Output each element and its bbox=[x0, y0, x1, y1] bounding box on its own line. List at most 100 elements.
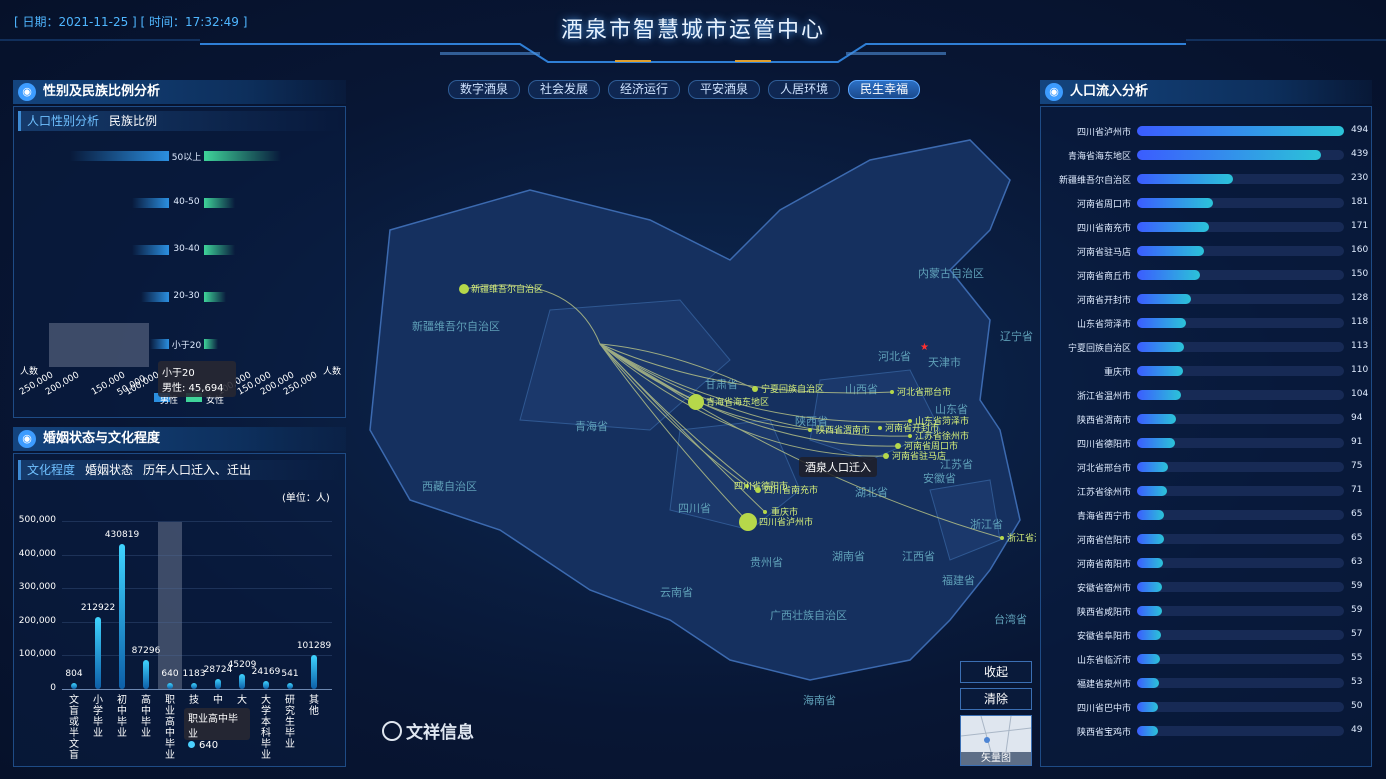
point-henan-kaifeng[interactable] bbox=[878, 426, 882, 430]
point-zhejiang-wenzhou[interactable] bbox=[1000, 536, 1004, 540]
bar[interactable] bbox=[71, 683, 77, 689]
inflow-row[interactable]: 江苏省徐州市 71 bbox=[1045, 485, 1362, 498]
grid-line bbox=[62, 521, 332, 522]
bar[interactable] bbox=[167, 683, 173, 689]
inflow-row[interactable]: 重庆市 110 bbox=[1045, 365, 1368, 378]
row-name: 河南省商丘市 bbox=[1076, 272, 1131, 282]
point-ningxia[interactable] bbox=[752, 386, 758, 392]
row-value: 439 bbox=[1351, 149, 1369, 159]
inflow-row[interactable]: 四川省巴中市 50 bbox=[1045, 701, 1362, 714]
bar[interactable] bbox=[119, 544, 125, 689]
inflow-row[interactable]: 四川省泸州市 494 bbox=[1045, 125, 1368, 138]
row-bar bbox=[1137, 462, 1169, 472]
male-bar[interactable] bbox=[131, 198, 169, 208]
inflow-row[interactable]: 浙江省温州市 104 bbox=[1045, 389, 1368, 402]
tab-livelihood[interactable]: 民生幸福 bbox=[848, 80, 921, 99]
point-sichuan-luzhou[interactable] bbox=[739, 513, 757, 531]
tab-ethnic-ratio[interactable]: 民族比例 bbox=[109, 111, 157, 131]
panel-title-text: 性别及民族比例分析 bbox=[43, 84, 161, 99]
point-label: 浙江省温 bbox=[1007, 532, 1036, 544]
inflow-row[interactable]: 陕西省宝鸡市 49 bbox=[1045, 725, 1362, 738]
female-bar[interactable] bbox=[204, 198, 235, 208]
inflow-row[interactable]: 河南省商丘市 150 bbox=[1045, 269, 1368, 282]
male-bar[interactable] bbox=[141, 292, 169, 302]
male-bar[interactable] bbox=[69, 151, 169, 161]
inflow-row[interactable]: 陕西省咸阳市 59 bbox=[1045, 605, 1362, 618]
bar-value-label: 212922 bbox=[80, 603, 116, 614]
inflow-row[interactable]: 四川省南充市 171 bbox=[1045, 221, 1368, 234]
row-name: 福建省泉州市 bbox=[1076, 680, 1131, 690]
row-track bbox=[1137, 534, 1344, 544]
row-name: 四川省德阳市 bbox=[1076, 440, 1131, 450]
point-xinjiang[interactable] bbox=[459, 284, 469, 294]
point-shaanxi-weinan[interactable] bbox=[808, 428, 812, 432]
point-henan-zhoukou[interactable] bbox=[895, 443, 901, 449]
bar[interactable] bbox=[143, 659, 149, 689]
row-name: 河南省信阳市 bbox=[1076, 536, 1131, 546]
inflow-row[interactable]: 安徽省阜阳市 57 bbox=[1045, 629, 1362, 642]
tab-gender-analysis[interactable]: 人口性别分析 bbox=[27, 111, 99, 131]
tab-living-environment[interactable]: 人居环境 bbox=[768, 80, 841, 99]
tab-safe-jiuquan[interactable]: 平安酒泉 bbox=[688, 80, 761, 99]
inflow-row[interactable]: 河南省开封市 128 bbox=[1045, 293, 1368, 306]
province-label: 新疆维吾尔自治区 bbox=[412, 319, 500, 333]
bar[interactable] bbox=[215, 679, 221, 689]
inflow-row[interactable]: 河南省南阳市 63 bbox=[1045, 557, 1362, 570]
bar[interactable] bbox=[287, 683, 293, 689]
tab-digital-jiuquan[interactable]: 数字酒泉 bbox=[448, 80, 521, 99]
basemap-switch[interactable]: 矢量图 bbox=[960, 715, 1032, 766]
bar[interactable] bbox=[263, 680, 269, 689]
inflow-row[interactable]: 福建省泉州市 53 bbox=[1045, 677, 1362, 690]
inflow-row[interactable]: 青海省西宁市 65 bbox=[1045, 509, 1362, 522]
point-chongqing[interactable] bbox=[763, 510, 767, 514]
female-bar[interactable] bbox=[204, 292, 227, 302]
bar[interactable] bbox=[239, 673, 245, 689]
inflow-row[interactable]: 河南省周口市 181 bbox=[1045, 197, 1368, 210]
row-bar bbox=[1137, 534, 1165, 544]
china-map-svg: 新疆维吾尔自治区 西藏自治区 青海省 甘肃省 内蒙古自治区 四川省 云南省 贵州… bbox=[369, 139, 1043, 707]
inflow-row[interactable]: 河北省邢台市 75 bbox=[1045, 461, 1362, 474]
province-label: 浙江省 bbox=[970, 518, 1003, 531]
tab-social-development[interactable]: 社会发展 bbox=[528, 80, 601, 99]
bar[interactable] bbox=[191, 683, 197, 689]
inflow-row[interactable]: 四川省德阳市 91 bbox=[1045, 437, 1362, 450]
migration-map[interactable]: 新疆维吾尔自治区 西藏自治区 青海省 甘肃省 内蒙古自治区 四川省 云南省 贵州… bbox=[350, 100, 1043, 770]
male-bar[interactable] bbox=[150, 339, 169, 349]
inflow-row[interactable]: 河南省驻马店 160 bbox=[1045, 245, 1368, 258]
inflow-row[interactable]: 新疆维吾尔自治区 230 bbox=[1045, 173, 1368, 186]
tab-economy[interactable]: 经济运行 bbox=[608, 80, 681, 99]
row-track bbox=[1137, 462, 1344, 472]
inflow-row[interactable]: 青海省海东地区 439 bbox=[1045, 149, 1368, 162]
category-label: 大 bbox=[237, 695, 247, 706]
inflow-row[interactable]: 安徽省宿州市 59 bbox=[1045, 581, 1362, 594]
bar[interactable] bbox=[311, 654, 317, 689]
inflow-row[interactable]: 山东省菏泽市 118 bbox=[1045, 317, 1368, 330]
panel-title-bar: ◉ 婚姻状态与文化程度 bbox=[13, 427, 346, 451]
female-bar[interactable] bbox=[204, 339, 218, 349]
row-track bbox=[1137, 606, 1344, 616]
category-label: 中 bbox=[213, 695, 223, 706]
age-group-label: 40-50 bbox=[173, 197, 200, 207]
point-shandong-heze[interactable] bbox=[908, 419, 912, 423]
collapse-button[interactable]: 收起 bbox=[960, 661, 1032, 683]
inflow-row[interactable]: 宁夏回族自治区 113 bbox=[1045, 341, 1368, 354]
row-bar bbox=[1137, 246, 1205, 256]
inflow-row[interactable]: 陕西省渭南市 94 bbox=[1045, 413, 1362, 426]
row-value: 59 bbox=[1351, 581, 1363, 591]
point-qinghai-haidong[interactable] bbox=[688, 394, 704, 410]
male-bar[interactable] bbox=[131, 245, 169, 255]
point-henan-zhumadian[interactable] bbox=[883, 453, 889, 459]
row-value: 494 bbox=[1351, 125, 1369, 135]
point-sichuan-nanchong[interactable] bbox=[755, 487, 761, 493]
grid-line bbox=[62, 655, 332, 657]
point-jiangsu-xuzhou[interactable] bbox=[908, 434, 912, 438]
inflow-row[interactable]: 河南省信阳市 65 bbox=[1045, 533, 1362, 546]
row-value: 110 bbox=[1351, 365, 1369, 375]
female-bar[interactable] bbox=[204, 151, 281, 161]
clear-button[interactable]: 清除 bbox=[960, 688, 1032, 710]
province-label: 内蒙古自治区 bbox=[918, 266, 984, 280]
female-bar[interactable] bbox=[204, 245, 235, 255]
inflow-row[interactable]: 山东省临沂市 55 bbox=[1045, 653, 1362, 666]
point-hebei-xingtai[interactable] bbox=[890, 390, 894, 394]
bar[interactable] bbox=[95, 617, 101, 689]
